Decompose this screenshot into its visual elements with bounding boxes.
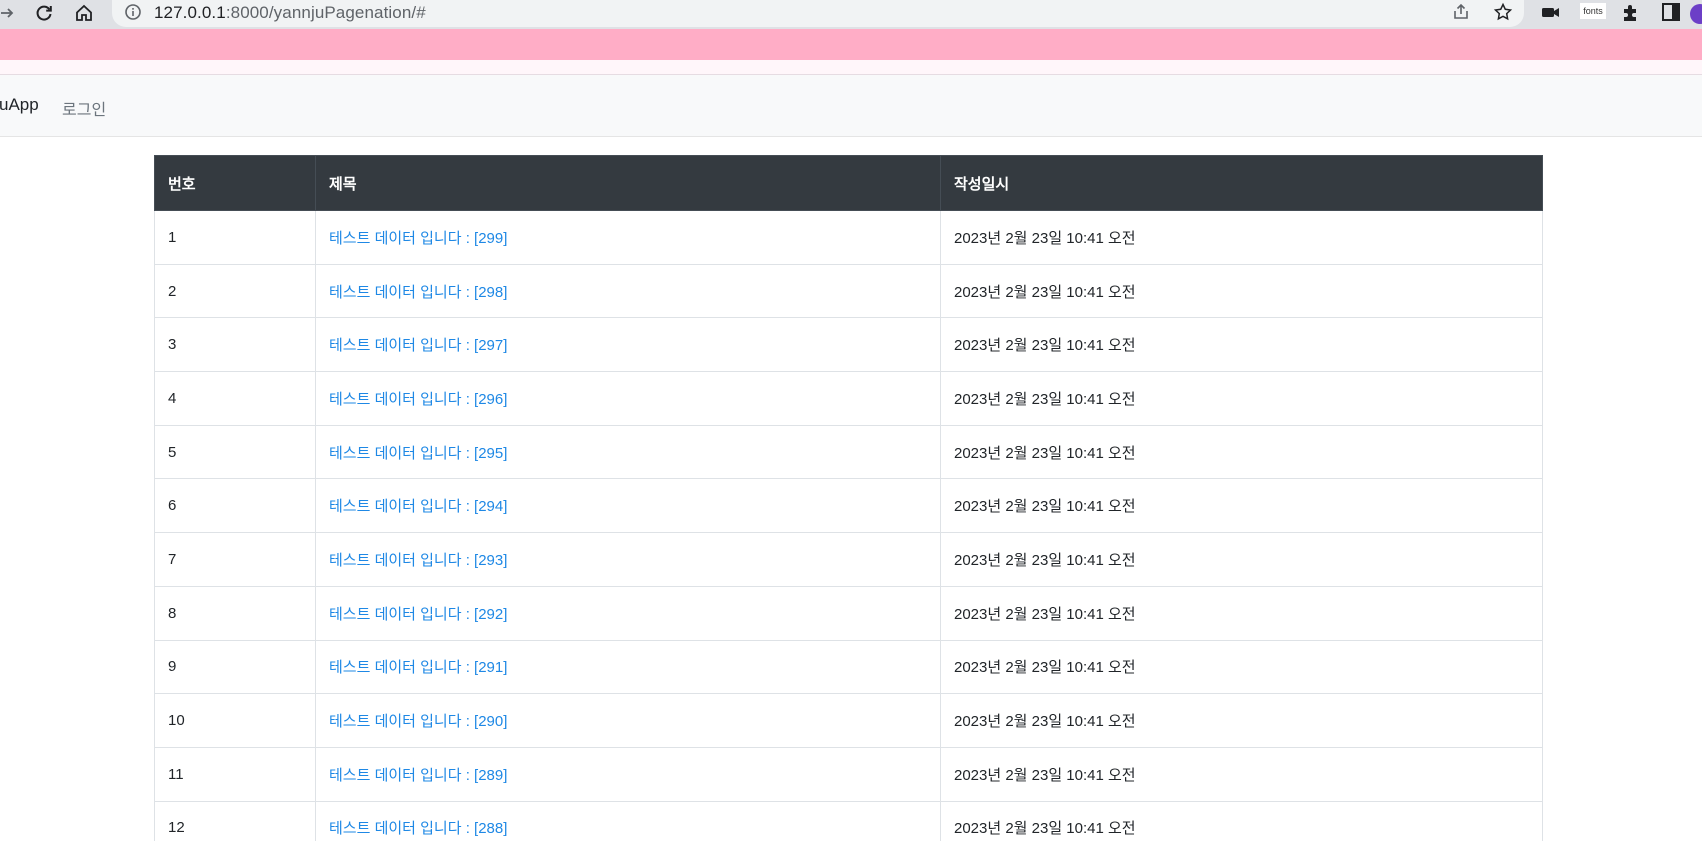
row-title-cell: 테스트 데이터 입니다 : [288]	[315, 800, 941, 841]
puzzle-extensions-icon[interactable]	[1620, 1, 1642, 28]
row-date: 2023년 2월 23일 10:41 오전	[940, 532, 1543, 587]
row-date: 2023년 2월 23일 10:41 오전	[940, 639, 1543, 695]
row-date: 2023년 2월 23일 10:41 오전	[940, 478, 1543, 534]
post-title-link[interactable]: 테스트 데이터 입니다 : [291]	[329, 659, 507, 676]
row-title-cell: 테스트 데이터 입니다 : [295]	[315, 424, 941, 480]
row-number: 11	[154, 746, 316, 802]
row-date: 2023년 2월 23일 10:41 오전	[940, 585, 1543, 641]
row-date: 2023년 2월 23일 10:41 오전	[940, 210, 1543, 265]
row-title-cell: 테스트 데이터 입니다 : [293]	[315, 532, 941, 587]
table-row: 8 테스트 데이터 입니다 : [292] 2023년 2월 23일 10:41 오…	[154, 585, 1543, 641]
post-title-link[interactable]: 테스트 데이터 입니다 : [299]	[329, 230, 507, 247]
row-title-cell: 테스트 데이터 입니다 : [297]	[315, 317, 941, 373]
url-host: 127.0.0.1	[154, 3, 226, 22]
table-row: 11 테스트 데이터 입니다 : [289] 2023년 2월 23일 10:41 …	[154, 746, 1543, 802]
table-row: 5 테스트 데이터 입니다 : [295] 2023년 2월 23일 10:41 오…	[154, 424, 1543, 480]
side-panel-icon[interactable]	[1660, 1, 1682, 28]
row-number: 1	[154, 210, 316, 265]
post-title-link[interactable]: 테스트 데이터 입니다 : [295]	[329, 445, 507, 462]
row-title-cell: 테스트 데이터 입니다 : [292]	[315, 585, 941, 641]
post-title-link[interactable]: 테스트 데이터 입니다 : [297]	[329, 337, 507, 354]
table-row: 7 테스트 데이터 입니다 : [293] 2023년 2월 23일 10:41 오…	[154, 532, 1543, 587]
profile-avatar[interactable]	[1690, 4, 1702, 24]
fonts-extension-badge[interactable]: fonts	[1580, 3, 1606, 19]
table-body: 1 테스트 데이터 입니다 : [299] 2023년 2월 23일 10:41 오…	[154, 210, 1543, 841]
table-row: 10 테스트 데이터 입니다 : [290] 2023년 2월 23일 10:41 …	[154, 693, 1543, 748]
home-icon[interactable]	[71, 0, 97, 26]
site-info-icon[interactable]	[124, 3, 142, 26]
post-title-link[interactable]: 테스트 데이터 입니다 : [293]	[329, 552, 507, 569]
table-row: 1 테스트 데이터 입니다 : [299] 2023년 2월 23일 10:41 오…	[154, 210, 1543, 265]
post-title-link[interactable]: 테스트 데이터 입니다 : [294]	[329, 498, 507, 515]
row-title-cell: 테스트 데이터 입니다 : [290]	[315, 693, 941, 748]
post-title-link[interactable]: 테스트 데이터 입니다 : [292]	[329, 606, 507, 623]
table-header-row: 번호 제목 작성일시	[154, 155, 1543, 211]
row-date: 2023년 2월 23일 10:41 오전	[940, 693, 1543, 748]
login-link[interactable]: 로그인	[62, 96, 106, 120]
table-row: 9 테스트 데이터 입니다 : [291] 2023년 2월 23일 10:41 오…	[154, 639, 1543, 695]
app-navbar: uApp 로그인	[0, 75, 1702, 137]
address-bar[interactable]: 127.0.0.1:8000/yannjuPagenation/#	[112, 0, 1524, 27]
row-number: 10	[154, 693, 316, 748]
share-icon[interactable]	[1451, 2, 1471, 27]
row-date: 2023년 2월 23일 10:41 오전	[940, 800, 1543, 841]
post-title-link[interactable]: 테스트 데이터 입니다 : [288]	[329, 820, 507, 837]
row-number: 7	[154, 532, 316, 587]
row-date: 2023년 2월 23일 10:41 오전	[940, 371, 1543, 426]
column-header-number: 번호	[154, 155, 316, 211]
row-title-cell: 테스트 데이터 입니다 : [298]	[315, 263, 941, 319]
table-row: 4 테스트 데이터 입니다 : [296] 2023년 2월 23일 10:41 오…	[154, 371, 1543, 426]
post-table-container: 번호 제목 작성일시 1 테스트 데이터 입니다 : [299] 2023년 2월 …	[154, 155, 1543, 841]
post-title-link[interactable]: 테스트 데이터 입니다 : [289]	[329, 767, 507, 784]
row-date: 2023년 2월 23일 10:41 오전	[940, 746, 1543, 802]
row-title-cell: 테스트 데이터 입니다 : [294]	[315, 478, 941, 534]
row-date: 2023년 2월 23일 10:41 오전	[940, 424, 1543, 480]
row-date: 2023년 2월 23일 10:41 오전	[940, 263, 1543, 319]
row-number: 3	[154, 317, 316, 373]
post-title-link[interactable]: 테스트 데이터 입니다 : [298]	[329, 284, 507, 301]
row-number: 6	[154, 478, 316, 534]
row-number: 5	[154, 424, 316, 480]
post-title-link[interactable]: 테스트 데이터 입니다 : [290]	[329, 713, 507, 730]
table-row: 12 테스트 데이터 입니다 : [288] 2023년 2월 23일 10:41 …	[154, 800, 1543, 841]
bookmarks-bar-shadow	[0, 60, 1702, 75]
table-row: 2 테스트 데이터 입니다 : [298] 2023년 2월 23일 10:41 오…	[154, 263, 1543, 319]
url-path: :8000/yannjuPagenation/#	[225, 3, 426, 22]
table-row: 3 테스트 데이터 입니다 : [297] 2023년 2월 23일 10:41 오…	[154, 317, 1543, 373]
row-number: 4	[154, 371, 316, 426]
row-number: 12	[154, 800, 316, 841]
column-header-title: 제목	[315, 155, 941, 211]
row-number: 9	[154, 639, 316, 695]
post-table: 번호 제목 작성일시 1 테스트 데이터 입니다 : [299] 2023년 2월 …	[154, 155, 1543, 841]
url-text: 127.0.0.1:8000/yannjuPagenation/#	[154, 3, 426, 23]
row-title-cell: 테스트 데이터 입니다 : [296]	[315, 371, 941, 426]
forward-icon[interactable]	[0, 0, 20, 26]
table-header: 번호 제목 작성일시	[154, 155, 1543, 211]
post-title-link[interactable]: 테스트 데이터 입니다 : [296]	[329, 391, 507, 408]
camera-extension-icon[interactable]	[1540, 1, 1562, 28]
bookmarks-bar	[0, 29, 1702, 60]
row-title-cell: 테스트 데이터 입니다 : [299]	[315, 210, 941, 265]
row-number: 2	[154, 263, 316, 319]
navbar-brand[interactable]: uApp	[0, 95, 39, 115]
row-number: 8	[154, 585, 316, 641]
bookmark-star-icon[interactable]	[1493, 2, 1513, 27]
reload-icon[interactable]	[31, 0, 57, 26]
row-date: 2023년 2월 23일 10:41 오전	[940, 317, 1543, 373]
column-header-date: 작성일시	[940, 155, 1543, 211]
row-title-cell: 테스트 데이터 입니다 : [291]	[315, 639, 941, 695]
table-row: 6 테스트 데이터 입니다 : [294] 2023년 2월 23일 10:41 오…	[154, 478, 1543, 534]
row-title-cell: 테스트 데이터 입니다 : [289]	[315, 746, 941, 802]
browser-toolbar: 127.0.0.1:8000/yannjuPagenation/# fonts	[0, 0, 1702, 29]
